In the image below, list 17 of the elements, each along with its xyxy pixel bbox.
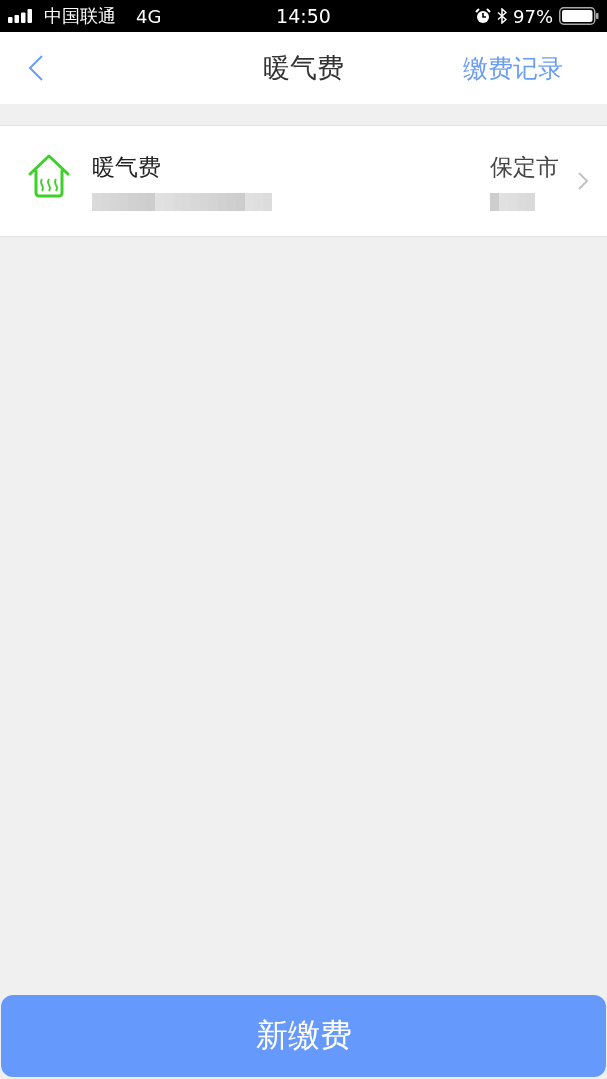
battery-icon <box>559 7 599 25</box>
battery-percent: 97% <box>513 5 553 27</box>
new-payment-button[interactable]: 新缴费 <box>1 995 606 1077</box>
carrier-name: 中国联通 <box>44 4 116 28</box>
redacted-detail <box>490 192 535 211</box>
account-city: 保定市 <box>490 152 559 182</box>
chevron-right-icon <box>577 171 589 191</box>
payment-history-link[interactable]: 缴费记录 <box>463 51 587 85</box>
network-type: 4G <box>136 5 162 27</box>
clock-time: 14:50 <box>276 5 331 27</box>
bluetooth-icon <box>497 8 507 24</box>
account-name: 暖气费 <box>92 152 162 182</box>
account-card[interactable]: 暖气费 保定市 <box>0 125 607 237</box>
alarm-icon <box>475 8 491 24</box>
back-button[interactable] <box>26 53 46 83</box>
back-icon <box>28 55 44 81</box>
page-title: 暖气费 <box>263 51 344 85</box>
